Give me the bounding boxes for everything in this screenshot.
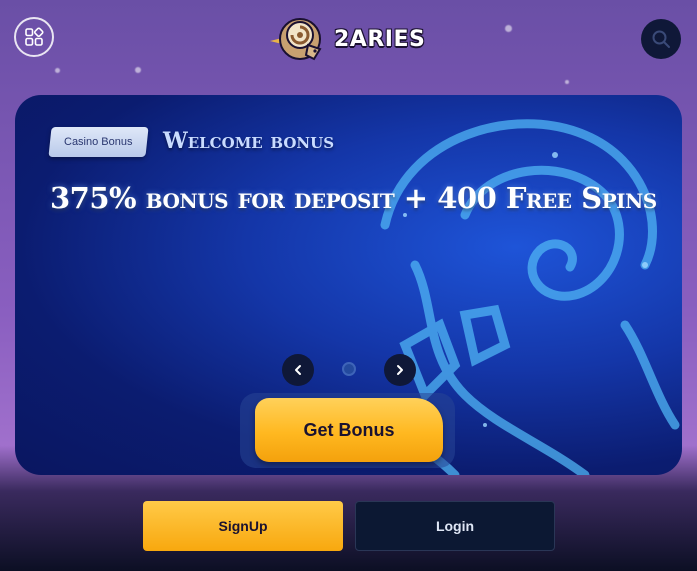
brand-name: 2ARIES	[334, 26, 426, 52]
background-star	[565, 80, 569, 84]
signup-button[interactable]: SignUp	[143, 501, 343, 551]
background-star	[505, 25, 512, 32]
chevron-right-icon	[397, 365, 403, 375]
banner-title: Welcome bonus	[163, 128, 335, 154]
ram-logo-icon	[270, 18, 322, 61]
carousel-next-button[interactable]	[384, 354, 416, 386]
menu-button[interactable]	[14, 17, 54, 57]
chevron-left-icon	[295, 365, 301, 375]
background-star	[55, 68, 60, 73]
badge-label: Casino Bonus	[64, 136, 133, 148]
search-button[interactable]	[641, 19, 681, 59]
search-icon	[652, 30, 670, 48]
brand-logo[interactable]: 2ARIES	[268, 14, 425, 64]
background-star	[135, 67, 141, 73]
login-button[interactable]: Login	[355, 501, 555, 551]
grid-icon	[25, 27, 44, 46]
promo-banner: Casino Bonus Welcome bonus 375% bonus fo…	[15, 95, 682, 475]
bonus-headline: 375% bonus for deposit + 400 Free Spins	[50, 181, 657, 215]
casino-bonus-badge: Casino Bonus	[48, 127, 149, 157]
get-bonus-button[interactable]: Get Bonus	[255, 398, 443, 462]
carousel-dot[interactable]	[342, 362, 356, 376]
carousel-prev-button[interactable]	[282, 354, 314, 386]
